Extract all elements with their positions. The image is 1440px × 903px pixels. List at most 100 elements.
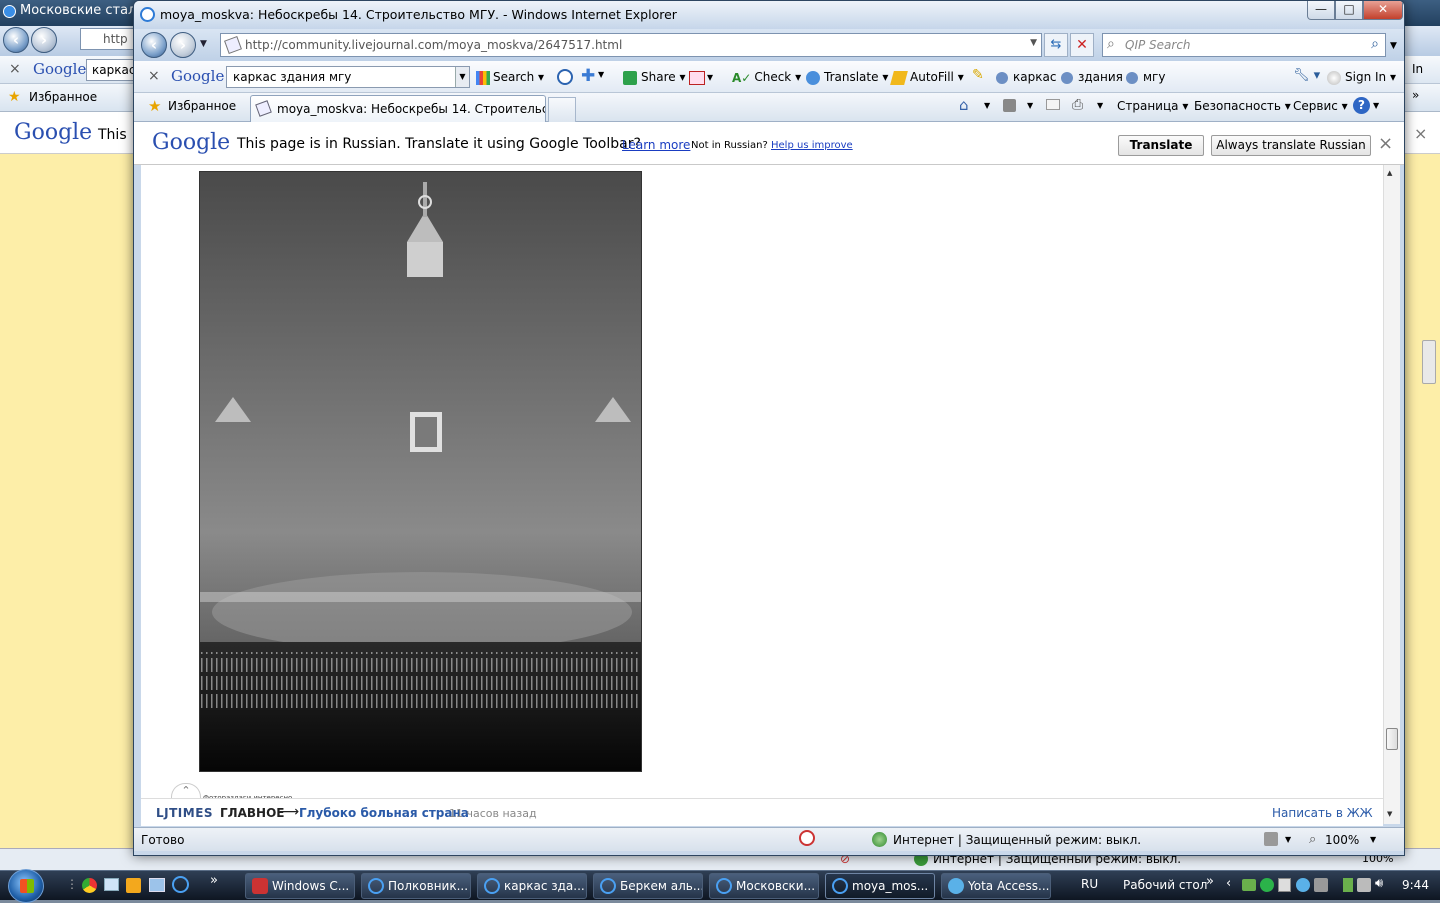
taskbar-item[interactable]: Московски... bbox=[709, 873, 819, 899]
share-button[interactable]: Share ▾ bbox=[623, 70, 685, 85]
chevron-down-icon[interactable]: ▼ bbox=[1370, 835, 1376, 844]
address-url[interactable]: http://community.livejournal.com/moya_mo… bbox=[245, 38, 622, 52]
lj-headline-link[interactable]: Глубоко больная страна bbox=[299, 806, 469, 820]
translate-now-button[interactable]: Translate bbox=[1118, 135, 1204, 156]
signin-button[interactable]: Sign In ▾ bbox=[1327, 70, 1396, 85]
write-in-lj-link[interactable]: Написать в ЖЖ bbox=[1272, 806, 1373, 820]
page-menu[interactable]: Страница ▾ bbox=[1117, 99, 1188, 113]
google-logo[interactable]: Google bbox=[171, 67, 224, 85]
clock[interactable]: 9:44 bbox=[1402, 878, 1429, 892]
battery-icon[interactable] bbox=[1343, 878, 1353, 892]
rss-icon[interactable] bbox=[1003, 99, 1016, 112]
lock-icon[interactable] bbox=[1264, 832, 1278, 846]
search-button[interactable]: Search ▾ bbox=[476, 70, 544, 85]
address-bar[interactable]: http://community.livejournal.com/moya_mo… bbox=[220, 33, 1042, 57]
ie-icon[interactable] bbox=[172, 876, 189, 893]
highlight-term-1[interactable]: каркас bbox=[996, 70, 1056, 84]
show-desktop-icon[interactable] bbox=[104, 878, 119, 891]
highlight-term-2[interactable]: здания bbox=[1061, 70, 1123, 84]
autofill-button[interactable]: AutoFill ▾ bbox=[890, 70, 964, 85]
close-button[interactable]: ✕ bbox=[1363, 1, 1403, 20]
search-icon[interactable]: ⌕ bbox=[1371, 36, 1379, 52]
chevron-right-icon[interactable]: » bbox=[210, 873, 218, 888]
desktop-toolbar[interactable]: Рабочий стол bbox=[1123, 878, 1207, 892]
home-icon[interactable]: ⌂ bbox=[959, 96, 969, 114]
new-tab-button[interactable] bbox=[548, 97, 576, 122]
scroll-down-icon[interactable]: ▼ bbox=[1387, 810, 1392, 818]
media-icon[interactable] bbox=[126, 878, 141, 893]
chevron-down-icon[interactable]: ▼ bbox=[1285, 835, 1291, 844]
translate-button[interactable]: Translate ▾ bbox=[806, 70, 888, 85]
taskbar-item[interactable]: Yota Access... bbox=[941, 873, 1051, 899]
scrollbar-thumb[interactable] bbox=[1386, 728, 1398, 750]
background-address[interactable]: http bbox=[80, 28, 140, 50]
blocked-icon[interactable] bbox=[799, 830, 815, 846]
help-improve-link[interactable]: Help us improve bbox=[771, 140, 853, 151]
tab-active[interactable]: moya_moskva: Небоскребы 14. Строительств… bbox=[250, 95, 546, 122]
network-icon[interactable] bbox=[1357, 878, 1371, 892]
chevron-left-icon[interactable]: ‹ bbox=[1226, 876, 1231, 891]
maximize-button[interactable]: □ bbox=[1335, 1, 1363, 20]
search-box[interactable]: ⌕ QIP Search ⌕ bbox=[1102, 33, 1386, 57]
refresh-button[interactable]: ⇆ bbox=[1044, 33, 1068, 57]
background-signin[interactable]: In bbox=[1412, 62, 1423, 76]
chevron-down-icon[interactable]: ▼ bbox=[1097, 101, 1103, 110]
highlight-term-3[interactable]: мгу bbox=[1126, 70, 1165, 84]
translate-page-button[interactable]: ▾ bbox=[689, 70, 713, 85]
chevron-down-icon[interactable]: ▼ bbox=[1390, 41, 1397, 51]
always-translate-button[interactable]: Always translate Russian bbox=[1211, 135, 1371, 156]
help-icon[interactable]: ? bbox=[1353, 97, 1370, 114]
chevron-down-icon[interactable]: ▼ bbox=[1030, 38, 1037, 48]
browse-icon[interactable] bbox=[557, 69, 573, 85]
chevron-right-icon[interactable]: » bbox=[1206, 874, 1214, 889]
back-icon[interactable]: ‹ bbox=[3, 27, 29, 53]
start-button[interactable] bbox=[8, 869, 44, 903]
taskbar-item[interactable]: Windows C... bbox=[245, 873, 355, 899]
chevron-down-icon[interactable]: ▼ bbox=[1027, 101, 1033, 110]
chevron-down-icon[interactable]: ▼ bbox=[984, 101, 990, 110]
chevron-down-icon[interactable]: ▼ bbox=[598, 70, 604, 79]
forward-button[interactable]: › bbox=[170, 32, 196, 58]
print-icon[interactable]: ⎙ bbox=[1072, 97, 1083, 113]
icq-icon[interactable] bbox=[1260, 878, 1274, 892]
tray-icon[interactable] bbox=[1314, 878, 1328, 892]
mail-icon[interactable] bbox=[1046, 99, 1060, 110]
chrome-icon[interactable] bbox=[82, 878, 97, 893]
chevron-down-icon[interactable]: ▼ bbox=[1373, 101, 1379, 110]
stop-button[interactable]: ✕ bbox=[1070, 33, 1094, 57]
tray-icon[interactable] bbox=[1242, 879, 1256, 891]
yota-icon[interactable] bbox=[1296, 878, 1310, 892]
chevron-down-icon[interactable]: ▼ bbox=[455, 67, 469, 87]
title-bar[interactable]: moya_moskva: Небоскребы 14. Строительств… bbox=[134, 1, 1404, 29]
close-icon[interactable]: × bbox=[9, 61, 21, 77]
safety-menu[interactable]: Безопасность ▾ bbox=[1194, 99, 1291, 113]
close-icon[interactable]: × bbox=[1414, 124, 1427, 143]
window-switch-icon[interactable] bbox=[149, 878, 165, 892]
background-favorites[interactable]: Избранное bbox=[29, 90, 97, 104]
close-icon[interactable]: × bbox=[1378, 133, 1393, 154]
tools-menu[interactable]: Сервис ▾ bbox=[1293, 99, 1348, 113]
favorites-button[interactable]: Избранное bbox=[168, 99, 236, 113]
zoom-level[interactable]: 100% bbox=[1325, 833, 1359, 847]
google-search-query[interactable]: каркас здания мгу bbox=[233, 70, 351, 84]
language-indicator[interactable]: RU bbox=[1081, 877, 1098, 891]
scroll-up-icon[interactable]: ▲ bbox=[1387, 169, 1392, 177]
chevron-down-icon[interactable]: ▼ bbox=[200, 39, 207, 49]
volume-icon[interactable]: 🔊︎ bbox=[1375, 876, 1383, 891]
minimize-button[interactable]: — bbox=[1307, 1, 1335, 20]
back-button[interactable]: ‹ bbox=[141, 32, 167, 58]
lj-section[interactable]: ГЛАВНОЕ bbox=[220, 806, 285, 820]
wrench-icon[interactable]: 🔧︎ ▾ bbox=[1293, 68, 1320, 83]
learn-more-link[interactable]: Learn more bbox=[622, 138, 690, 152]
chevron-down-icon[interactable]: » bbox=[1412, 88, 1419, 102]
vertical-scrollbar[interactable]: ▲ ▼ bbox=[1383, 165, 1400, 824]
taskbar-item[interactable]: каркас зда... bbox=[477, 873, 587, 899]
check-button[interactable]: A✓ Check ▾ bbox=[732, 70, 801, 85]
ljtimes-logo[interactable]: LJTIMES bbox=[156, 806, 213, 820]
taskbar-item[interactable]: Полковник... bbox=[361, 873, 471, 899]
plus-icon[interactable]: ✚ bbox=[581, 66, 595, 86]
scrollbar-thumb[interactable] bbox=[1422, 340, 1436, 384]
google-search-input[interactable]: каркас здания мгу ▼ bbox=[226, 66, 470, 88]
security-zone[interactable]: Интернет | Защищенный режим: выкл. bbox=[893, 833, 1141, 847]
tray-icon[interactable] bbox=[1278, 878, 1291, 892]
